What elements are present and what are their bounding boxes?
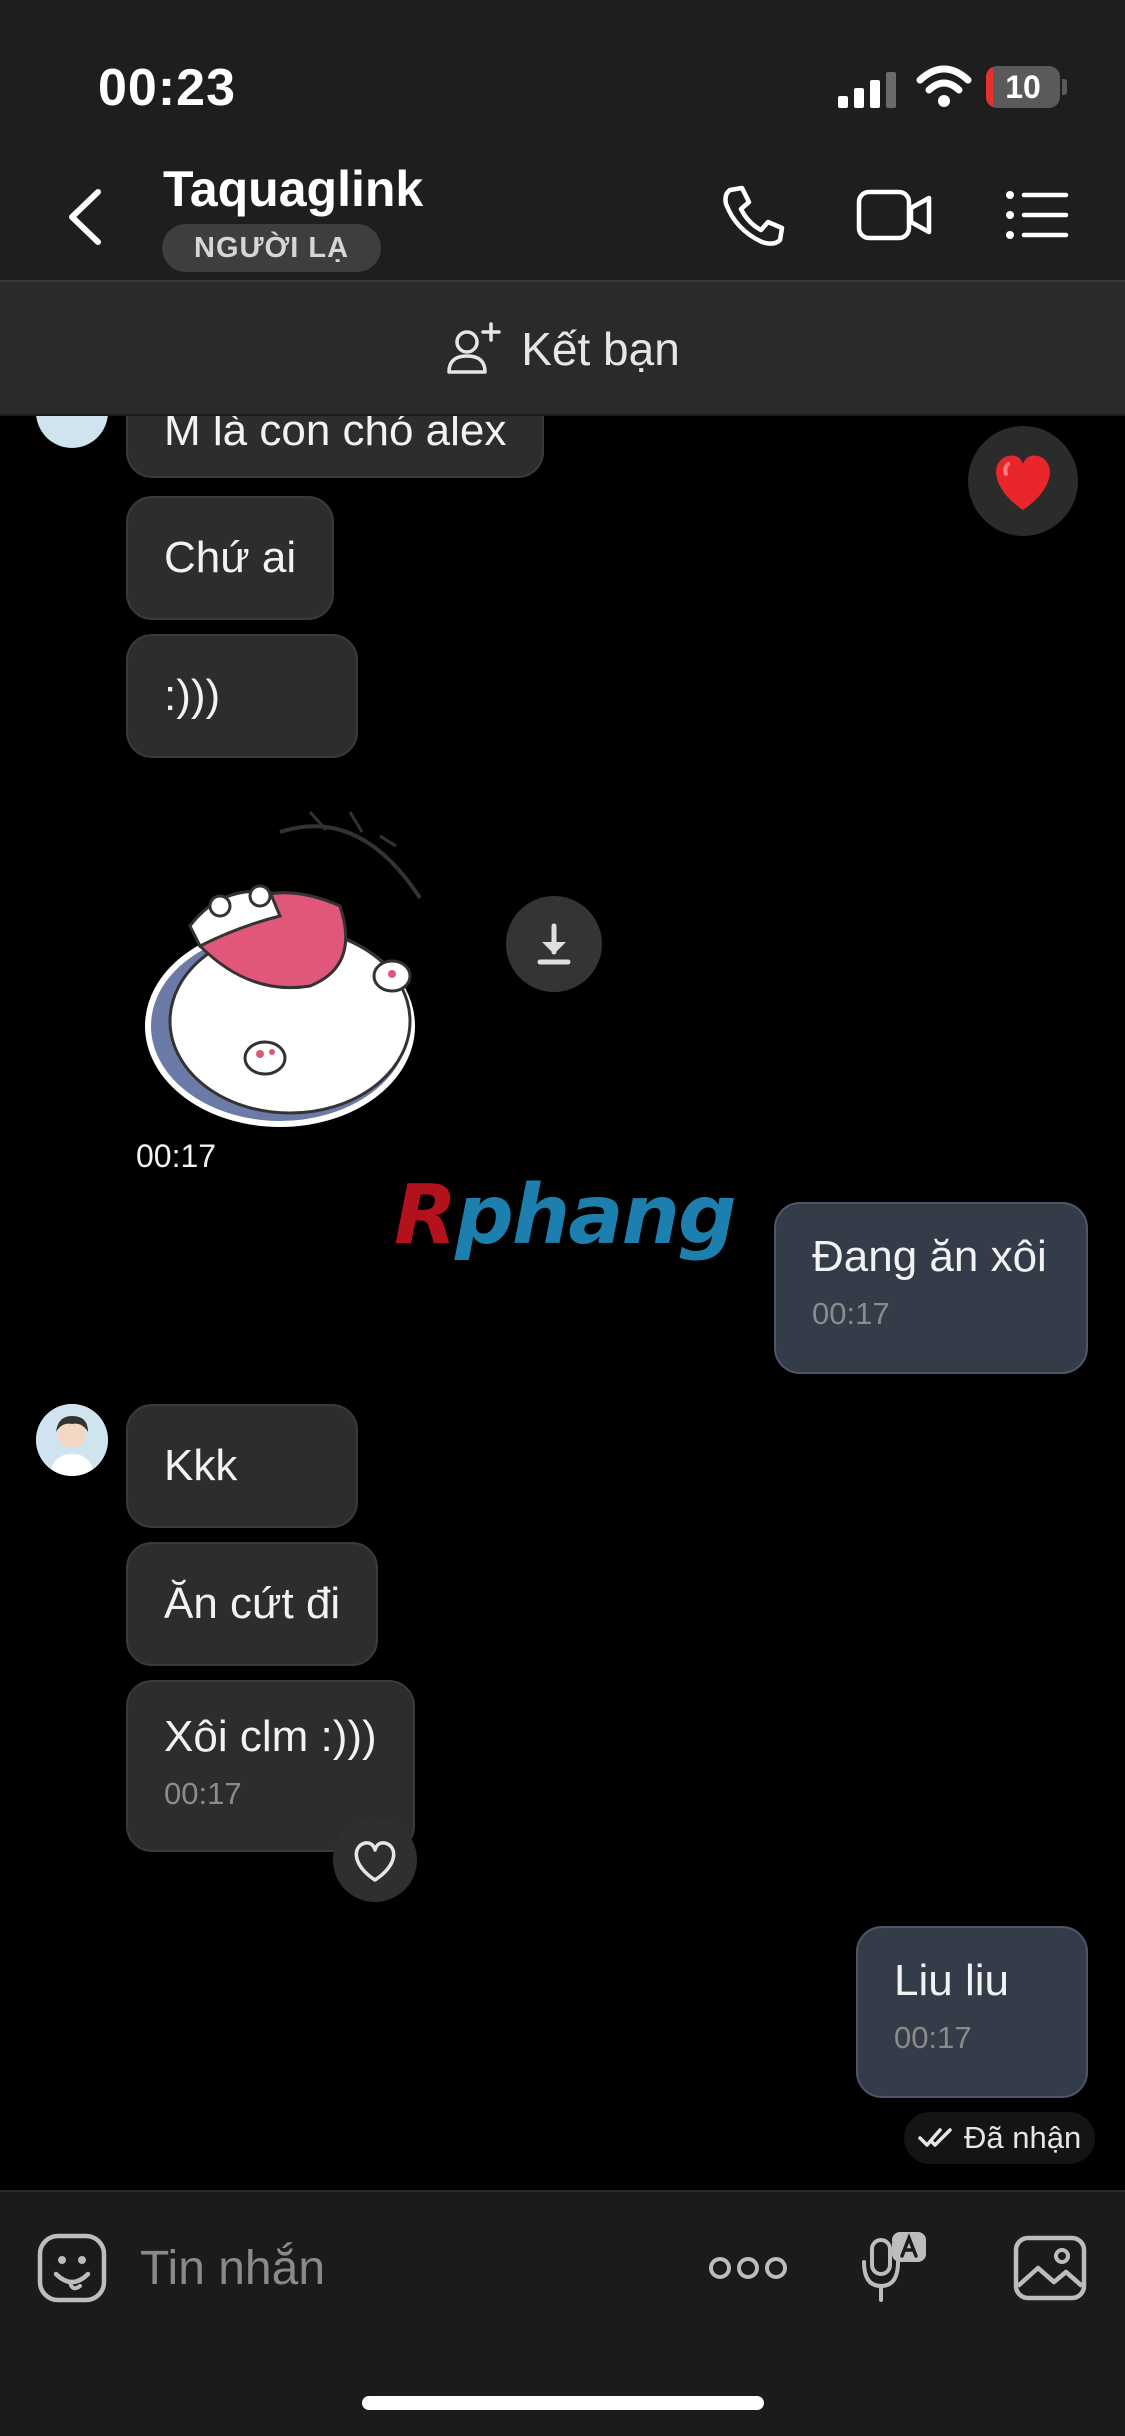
message-list[interactable]: M là con chó alex Chứ ai :))) 00:17 Rpha… <box>0 416 1125 2190</box>
add-friend-label: Kết bạn <box>521 323 680 375</box>
cellular-signal-icon <box>838 72 896 108</box>
double-check-icon <box>918 2128 952 2147</box>
avatar[interactable] <box>36 1404 108 1476</box>
heart-reaction-icon[interactable] <box>968 426 1078 536</box>
chevron-left-icon[interactable] <box>56 182 116 252</box>
message-input[interactable] <box>140 2228 660 2308</box>
message-bubble-outgoing[interactable]: Liu liu 00:17 <box>856 1926 1088 2098</box>
delivery-status: Đã nhận <box>904 2112 1096 2164</box>
message-bubble[interactable]: :))) <box>126 634 358 758</box>
contact-name[interactable]: Taquaglink <box>163 160 423 218</box>
sticker-timestamp: 00:17 <box>128 1132 225 1181</box>
heart-outline-icon[interactable] <box>333 1818 417 1902</box>
message-bubble[interactable]: Kkk <box>126 1404 358 1528</box>
emoji-sticker-icon[interactable] <box>36 2232 108 2304</box>
status-time: 00:23 <box>98 59 236 117</box>
home-indicator[interactable] <box>362 2396 764 2410</box>
phone-icon[interactable] <box>716 180 796 250</box>
watermark-logo: Rphang <box>394 1168 737 1263</box>
add-friend-bar[interactable]: Kết bạn <box>0 282 1125 416</box>
more-options-icon[interactable] <box>706 2248 790 2288</box>
download-icon[interactable] <box>506 896 602 992</box>
status-bar: 00:23 10 <box>0 0 1125 140</box>
battery-level: 10 <box>1005 69 1041 105</box>
cat-sticker[interactable] <box>130 796 460 1136</box>
battery-icon: 10 <box>986 66 1067 108</box>
message-bubble[interactable]: M là con chó alex <box>126 416 545 478</box>
avatar[interactable] <box>36 416 108 448</box>
chat-header: Taquaglink NGƯỜI LẠ <box>0 140 1125 282</box>
add-user-icon <box>447 322 501 374</box>
menu-list-icon[interactable] <box>1000 180 1080 250</box>
image-gallery-icon[interactable] <box>1012 2232 1088 2304</box>
message-bubble[interactable]: Chứ ai <box>126 496 335 620</box>
stranger-badge: NGƯỜI LẠ <box>162 224 382 272</box>
video-camera-icon[interactable] <box>855 180 935 250</box>
message-bubble[interactable]: Ăn cứt đi <box>126 1542 379 1666</box>
voice-to-text-icon[interactable] <box>858 2226 930 2310</box>
wifi-icon <box>916 65 972 107</box>
message-bubble-outgoing[interactable]: Đang ăn xôi 00:17 <box>774 1202 1088 1374</box>
